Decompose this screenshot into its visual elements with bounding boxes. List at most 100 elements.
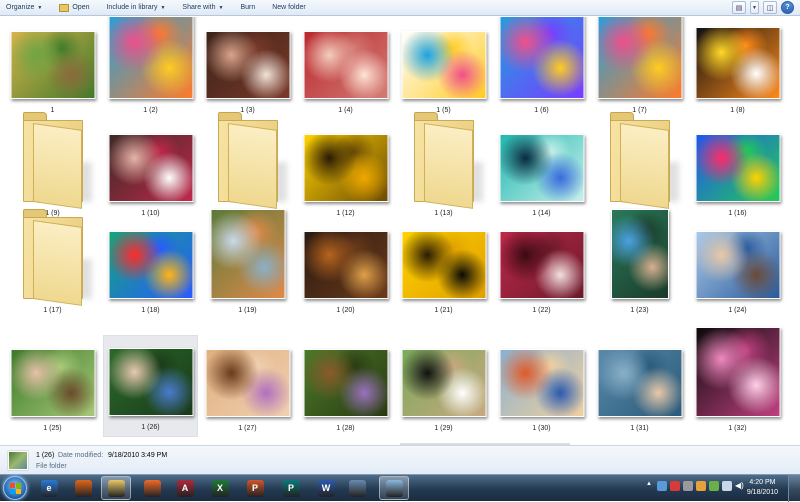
photo-item[interactable]: 1 (24): [690, 217, 785, 319]
firefox-icon: [74, 479, 92, 497]
tray-app-icon[interactable]: [657, 481, 667, 491]
taskbar-button[interactable]: [379, 476, 409, 500]
photo-item[interactable]: 1 (19): [200, 209, 295, 319]
photo-item[interactable]: 1 (23): [592, 209, 687, 319]
photo-thumbnail: [499, 231, 584, 299]
photo-item[interactable]: 1 (29): [396, 335, 491, 437]
photo-item[interactable]: 1 (14): [494, 120, 589, 222]
volume-icon[interactable]: ◀): [735, 481, 745, 491]
item-label: 1 (19): [238, 307, 257, 314]
item-label: 1 (25): [43, 425, 62, 432]
clock-date: 9/18/2010: [746, 489, 778, 496]
tray-app-icon[interactable]: [670, 481, 680, 491]
photo-item[interactable]: 1 (21): [396, 217, 491, 319]
preview-pane-button[interactable]: ◫: [763, 1, 777, 14]
item-label: 1 (24): [728, 307, 747, 314]
tray-expand-icon[interactable]: ▲: [646, 481, 654, 491]
burn-label: Burn: [240, 4, 256, 11]
tray-app-icon[interactable]: [683, 481, 693, 491]
publisher-icon: P: [282, 479, 300, 497]
change-view-button[interactable]: ▤: [732, 1, 746, 14]
photo-thumbnail: [695, 27, 780, 99]
folder-icon: [217, 112, 287, 209]
photo-item[interactable]: 1 (28): [298, 335, 393, 437]
photo-item[interactable]: 1 (4): [298, 17, 393, 119]
item-label: 1 (22): [532, 307, 551, 314]
clock-time: 4:20 PM: [749, 479, 776, 486]
taskbar-button[interactable]: [68, 476, 98, 500]
photo-item[interactable]: 1 (32): [690, 327, 785, 437]
item-label: 1 (21): [434, 307, 453, 314]
new-folder-button[interactable]: New folder: [272, 4, 305, 11]
start-button[interactable]: [3, 476, 27, 500]
item-label: 1 (18): [141, 307, 160, 314]
item-label: 1 (17): [43, 307, 62, 314]
item-label: 1 (28): [336, 425, 355, 432]
item-label: 1 (2): [143, 107, 158, 114]
item-label: 1 (31): [630, 425, 649, 432]
folder-icon: [413, 112, 483, 209]
chevron-down-icon: ▼: [160, 4, 166, 11]
photo-item[interactable]: 1 (7): [592, 17, 687, 119]
taskbar-button[interactable]: [137, 476, 167, 500]
photo-thumbnail: [597, 349, 682, 417]
help-button[interactable]: ?: [781, 1, 794, 14]
photo-item[interactable]: 1 (5): [396, 17, 491, 119]
photo-item[interactable]: 1: [5, 17, 100, 119]
taskbar-button[interactable]: [101, 476, 131, 500]
powerpoint-icon: P: [246, 479, 264, 497]
share-with-label: Share with: [182, 4, 216, 11]
access-icon: A: [176, 479, 194, 497]
organize-menu[interactable]: Organize ▼: [6, 4, 42, 11]
photo-item[interactable]: 1 (20): [298, 217, 393, 319]
photo-thumbnail: [205, 349, 290, 417]
photo-thumbnail: [108, 348, 193, 416]
photo-thumbnail: [401, 31, 486, 99]
clock[interactable]: 4:20 PM 9/18/2010: [747, 478, 778, 498]
taskbar-button[interactable]: [342, 476, 372, 500]
taskbar-button[interactable]: e: [34, 476, 64, 500]
network-icon[interactable]: [722, 481, 732, 491]
photo-item[interactable]: 1 (8): [690, 17, 785, 119]
photo-item[interactable]: 1 (10): [103, 120, 198, 222]
taskbar-button[interactable]: P: [240, 476, 270, 500]
folder-item[interactable]: 1 (15): [592, 112, 687, 222]
photo-item[interactable]: 1 (12): [298, 120, 393, 222]
tray-app-icon[interactable]: [696, 481, 706, 491]
photo-item[interactable]: 1 (3): [200, 17, 295, 119]
folder-item[interactable]: 1 (13): [396, 112, 491, 222]
tray-app-icon[interactable]: [709, 481, 719, 491]
chevron-down-icon: ▼: [37, 4, 43, 11]
taskbar-button[interactable]: W: [311, 476, 341, 500]
include-in-library-menu[interactable]: Include in library ▼: [106, 4, 165, 11]
open-button[interactable]: Open: [59, 3, 89, 12]
explorer-window-icon: [385, 479, 403, 497]
share-with-menu[interactable]: Share with ▼: [182, 4, 223, 11]
taskbar-button[interactable]: A: [170, 476, 200, 500]
view-options-button[interactable]: ▼: [750, 1, 759, 14]
taskbar-button[interactable]: P: [276, 476, 306, 500]
item-label: 1 (32): [728, 425, 747, 432]
show-desktop-button[interactable]: [788, 475, 800, 502]
photo-item[interactable]: 1 (26): [103, 335, 198, 437]
preview-pane-icon: ◫: [766, 4, 774, 12]
burn-button[interactable]: Burn: [240, 4, 255, 11]
folder-item[interactable]: 1 (11): [200, 112, 295, 222]
photo-item[interactable]: 1 (18): [103, 217, 198, 319]
item-label: 1 (4): [338, 107, 353, 114]
photo-item[interactable]: 1 (30): [494, 335, 589, 437]
photo-item[interactable]: 1 (16): [690, 120, 785, 222]
new-folder-label: New folder: [272, 4, 306, 11]
photo-item[interactable]: 1 (25): [5, 335, 100, 437]
photo-item[interactable]: 1 (6): [494, 17, 589, 119]
photo-item[interactable]: 1 (27): [200, 335, 295, 437]
photo-item[interactable]: 1 (31): [592, 335, 687, 437]
taskbar-button[interactable]: X: [205, 476, 235, 500]
window-icon: [348, 479, 366, 497]
folder-item[interactable]: 1 (9): [5, 112, 100, 222]
photo-thumbnail: [303, 134, 388, 202]
photo-item[interactable]: 1 (2): [103, 17, 198, 119]
photo-thumbnail: [499, 17, 584, 99]
folder-item[interactable]: 1 (17): [5, 209, 100, 319]
photo-item[interactable]: 1 (22): [494, 217, 589, 319]
